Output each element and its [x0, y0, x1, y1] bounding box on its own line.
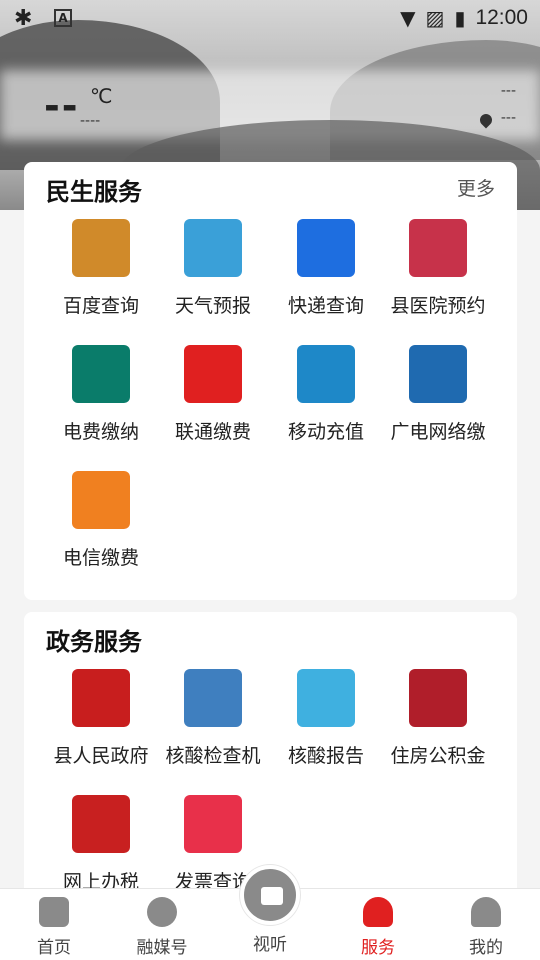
hospital-emblem-icon [409, 219, 467, 277]
service-label: 住房公积金 [390, 745, 486, 767]
scn-tv-icon [409, 345, 467, 403]
temperature: -- [44, 84, 80, 128]
service-item[interactable]: 百度查询 [45, 219, 157, 318]
service-label: 核酸报告 [287, 745, 364, 767]
accessibility-notification-icon: A [54, 9, 72, 27]
globe-icon [147, 897, 177, 927]
weather-forecast-icon [184, 219, 242, 277]
service-item[interactable]: 核酸检查机 [157, 669, 269, 768]
service-item[interactable]: 住房公积金 [382, 669, 494, 768]
tab-profile[interactable]: 我的 [432, 889, 540, 960]
service-label: 电费缴纳 [62, 421, 139, 443]
app-notification-icon: ✱ [14, 6, 33, 31]
tax-emblem-icon [72, 795, 130, 853]
service-item[interactable]: 电费缴纳 [45, 345, 157, 444]
user-icon [471, 897, 501, 927]
service-item[interactable]: 联通缴费 [157, 345, 269, 444]
china-telecom-icon [72, 471, 130, 529]
express-100-icon [297, 219, 355, 277]
service-label: 广电网络缴 [390, 421, 486, 443]
clipboard-icon [297, 669, 355, 727]
service-item[interactable]: 网上办税 [45, 795, 157, 894]
invoice-query-icon [184, 795, 242, 853]
weather-info-top: --- [500, 83, 516, 99]
tab-home[interactable]: 首页 [0, 889, 108, 960]
heart-icon [363, 897, 393, 927]
section-title: 民生服务 [46, 178, 142, 206]
autumn-tree-icon [72, 219, 130, 277]
china-unicom-icon [184, 345, 242, 403]
service-item[interactable]: 天气预报 [157, 219, 269, 318]
service-item[interactable]: 快递查询 [270, 219, 382, 318]
weather-description: ---- [80, 113, 101, 129]
state-grid-icon [72, 345, 130, 403]
minsheng-services-card: 民生服务 更多 百度查询 天气预报 快递查询 县医院预约电费缴纳 联通缴费 移动充值 广电网… [24, 162, 517, 600]
china-mobile-icon [297, 345, 355, 403]
battery-icon: ▮ [454, 6, 466, 30]
government-seal-icon [72, 669, 130, 727]
tab-label: 融媒号 [136, 938, 188, 958]
house-icon [184, 669, 242, 727]
tab-media[interactable]: 融媒号 [108, 889, 216, 960]
tab-services[interactable]: 服务 [324, 889, 432, 960]
service-label: 电信缴费 [62, 547, 139, 569]
more-link[interactable]: 更多 [457, 174, 495, 201]
service-label: 快递查询 [287, 295, 364, 317]
service-item[interactable]: 电信缴费 [45, 471, 157, 570]
location-text: --- [500, 110, 516, 126]
tab-label: 我的 [469, 938, 503, 958]
housing-fund-icon [409, 669, 467, 727]
tab-video-button[interactable] [240, 865, 300, 925]
tab-label: 服务 [361, 938, 395, 958]
play-video-icon [261, 887, 283, 905]
service-label: 联通缴费 [174, 421, 251, 443]
home-icon [39, 897, 69, 927]
service-label: 百度查询 [62, 295, 139, 317]
service-label: 天气预报 [174, 295, 251, 317]
service-item[interactable]: 核酸报告 [270, 669, 382, 768]
service-item[interactable]: 县人民政府 [45, 669, 157, 768]
tab-label: 视听 [253, 935, 287, 955]
zhengwu-services-card: 政务服务 县人民政府 核酸检查机 核酸报告 住房公积金 网上办税 发票查询 [24, 612, 517, 902]
section-title: 政务服务 [46, 628, 142, 656]
status-bar: ✱ A ▼ ▨ ▮ 12:00 [0, 0, 540, 38]
no-sim-icon: ▨ [425, 6, 445, 30]
service-label: 县医院预约 [390, 295, 486, 317]
tab-label: 首页 [37, 938, 71, 958]
service-label: 核酸检查机 [165, 745, 261, 767]
service-item[interactable]: 县医院预约 [382, 219, 494, 318]
wifi-icon: ▼ [400, 6, 416, 30]
temperature-unit: ℃ [90, 84, 113, 108]
service-item[interactable]: 广电网络缴 [382, 345, 494, 444]
clock: 12:00 [475, 6, 528, 29]
service-label: 县人民政府 [53, 745, 149, 767]
service-item[interactable]: 移动充值 [270, 345, 382, 444]
service-label: 移动充值 [287, 421, 364, 443]
